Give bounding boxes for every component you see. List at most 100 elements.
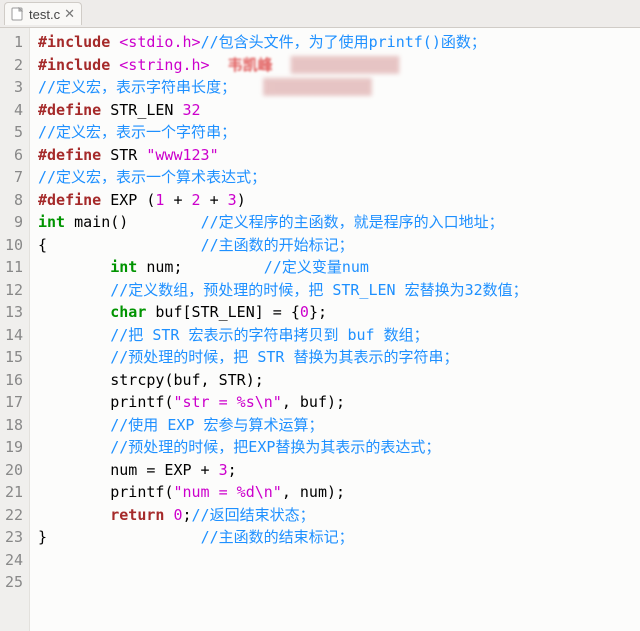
code-line[interactable]: //定义数组，预处理的时候，把 STR_LEN 宏替换为32数值； (38, 279, 528, 302)
token-op: + (164, 191, 191, 209)
token-type: char (110, 303, 155, 321)
code-line[interactable]: #include <string.h> 韦凯峰 ████████████ (38, 54, 528, 77)
code-line[interactable]: #define STR_LEN 32 (38, 99, 528, 122)
token-num: 3 (219, 461, 228, 479)
token-str: "www123" (146, 146, 218, 164)
code-editor[interactable]: 1234567891011121314151617181920212223242… (0, 28, 640, 631)
code-line[interactable]: char buf[STR_LEN] = {0}; (38, 301, 528, 324)
token-ident (38, 348, 110, 366)
code-line[interactable]: strcpy(buf, STR); (38, 369, 528, 392)
token-type: int (110, 258, 146, 276)
token-str: "str = %s\n" (173, 393, 281, 411)
token-str: "num = %d\n" (173, 483, 281, 501)
token-num: 2 (192, 191, 201, 209)
token-op: () (110, 213, 200, 231)
code-line[interactable]: } //主函数的结束标记； (38, 526, 528, 549)
code-line[interactable]: //定义宏，表示一个字符串； (38, 121, 528, 144)
line-number: 20 (4, 459, 23, 482)
token-cmt: //预处理的时候，把 STR 替换为其表示的字符串； (110, 348, 458, 366)
code-line[interactable]: //预处理的时候，把 STR 替换为其表示的字符串； (38, 346, 528, 369)
token-cmt: //包含头文件，为了使用printf()函数； (201, 33, 486, 51)
token-cmt: //定义宏，表示一个字符串； (38, 123, 236, 141)
token-num: 3 (228, 191, 237, 209)
token-watermark: 韦凯峰 (210, 56, 291, 74)
token-ident (38, 438, 110, 456)
token-type: int (38, 213, 74, 231)
line-number: 19 (4, 436, 23, 459)
code-line[interactable]: //定义宏，表示字符串长度； ████████████ (38, 76, 528, 99)
code-line[interactable]: return 0;//返回结束状态； (38, 504, 528, 527)
line-number: 4 (4, 99, 23, 122)
line-number: 11 (4, 256, 23, 279)
code-line[interactable]: //使用 EXP 宏参与算术运算； (38, 414, 528, 437)
line-number: 22 (4, 504, 23, 527)
token-ident: ; (228, 461, 237, 479)
token-op: } (38, 528, 201, 546)
code-line[interactable]: #include <stdio.h>//包含头文件，为了使用printf()函数… (38, 31, 528, 54)
token-op: + (201, 191, 228, 209)
token-ident (38, 416, 110, 434)
line-number: 8 (4, 189, 23, 212)
line-number: 5 (4, 121, 23, 144)
line-number: 14 (4, 324, 23, 347)
token-num: 0 (173, 506, 182, 524)
token-ident (38, 483, 110, 501)
token-ident (38, 258, 110, 276)
token-num: 0 (300, 303, 309, 321)
token-op: , num); (282, 483, 345, 501)
token-ident: }; (309, 303, 327, 321)
token-fn: strcpy (110, 371, 164, 389)
token-ident (38, 393, 110, 411)
token-op: (buf, STR); (164, 371, 263, 389)
token-ident: num; (146, 258, 263, 276)
token-ident: buf[STR_LEN] = { (155, 303, 300, 321)
token-kw-pre: #define (38, 146, 110, 164)
token-ident (38, 371, 110, 389)
code-line[interactable]: #define EXP (1 + 2 + 3) (38, 189, 528, 212)
line-number: 12 (4, 279, 23, 302)
code-line[interactable]: //把 STR 宏表示的字符串拷贝到 buf 数组； (38, 324, 528, 347)
token-ident: STR (110, 146, 146, 164)
token-cmt: //定义宏，表示字符串长度； (38, 78, 236, 96)
token-fn: main (74, 213, 110, 231)
token-cmt: //定义数组，预处理的时候，把 STR_LEN 宏替换为32数值； (110, 281, 527, 299)
line-number: 3 (4, 76, 23, 99)
token-ident: ; (183, 506, 192, 524)
token-kw-pre: #define (38, 101, 110, 119)
token-num: 32 (183, 101, 201, 119)
line-number: 13 (4, 301, 23, 324)
code-line[interactable]: printf("num = %d\n", num); (38, 481, 528, 504)
code-line[interactable]: int main() //定义程序的主函数，就是程序的入口地址； (38, 211, 528, 234)
token-ident: num = EXP + (38, 461, 219, 479)
code-line[interactable]: //定义宏，表示一个算术表达式； (38, 166, 528, 189)
tab-bar: test.c ✕ (0, 0, 640, 28)
code-area[interactable]: #include <stdio.h>//包含头文件，为了使用printf()函数… (30, 28, 528, 631)
token-str: <stdio.h> (119, 33, 200, 51)
line-number: 1 (4, 31, 23, 54)
token-smudge: ████████████ (291, 56, 399, 74)
token-ident: EXP (110, 191, 146, 209)
token-str: <string.h> (119, 56, 209, 74)
token-ident (38, 506, 110, 524)
token-op: , buf); (282, 393, 345, 411)
token-cmt: //定义程序的主函数，就是程序的入口地址； (201, 213, 504, 231)
token-ident (38, 326, 110, 344)
code-line[interactable]: { //主函数的开始标记； (38, 234, 528, 257)
token-ident (38, 303, 110, 321)
line-number: 10 (4, 234, 23, 257)
token-ret: return (110, 506, 173, 524)
code-line[interactable]: num = EXP + 3; (38, 459, 528, 482)
line-number: 18 (4, 414, 23, 437)
code-line[interactable]: //预处理的时候，把EXP替换为其表示的表达式； (38, 436, 528, 459)
line-number: 16 (4, 369, 23, 392)
tab-test-c[interactable]: test.c ✕ (4, 2, 82, 25)
tab-filename: test.c (29, 7, 60, 22)
close-icon[interactable]: ✕ (64, 6, 75, 22)
token-op: ) (237, 191, 246, 209)
code-line[interactable]: printf("str = %s\n", buf); (38, 391, 528, 414)
line-number: 9 (4, 211, 23, 234)
code-line[interactable]: int num; //定义变量num (38, 256, 528, 279)
code-line[interactable]: #define STR "www123" (38, 144, 528, 167)
line-number: 17 (4, 391, 23, 414)
line-number: 2 (4, 54, 23, 77)
